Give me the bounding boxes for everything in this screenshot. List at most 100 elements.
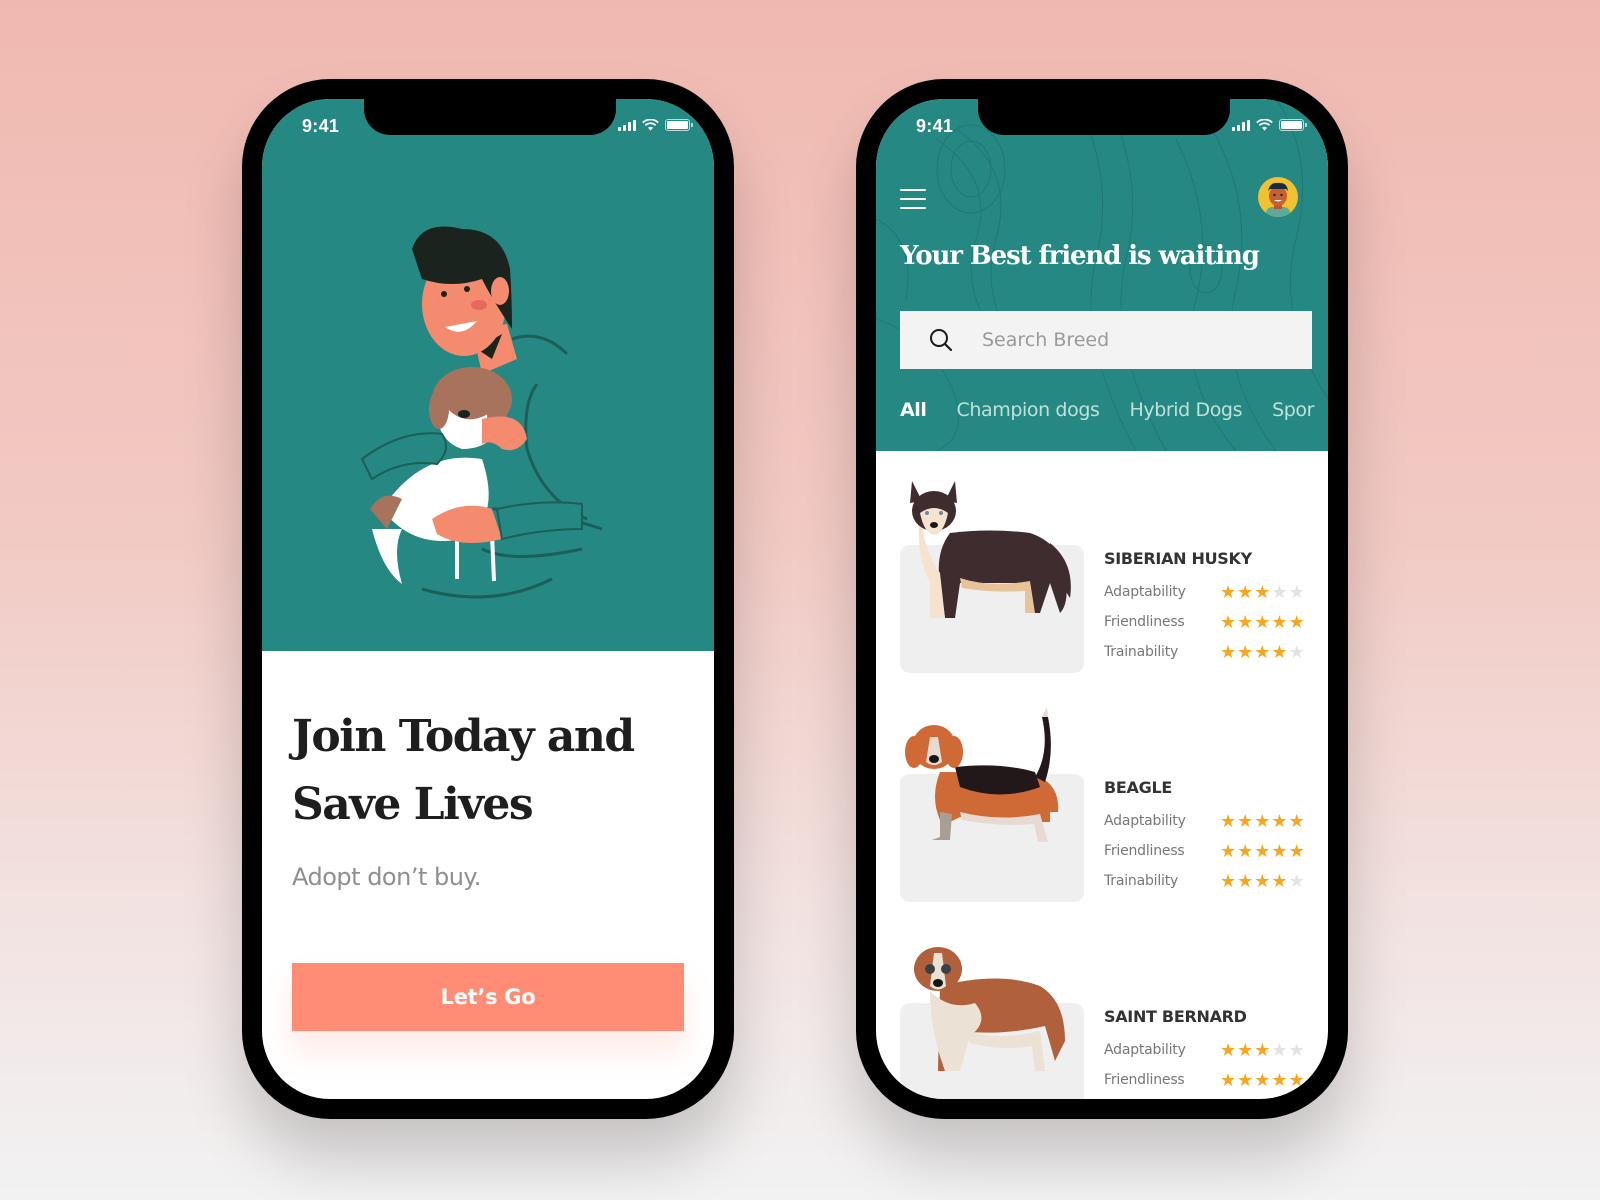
onboarding-subline: Adopt don’t buy.	[292, 863, 481, 891]
trait-label: Adaptability	[1104, 584, 1186, 600]
trait-row: Trainability ★ ★ ★ ★ ★	[1104, 872, 1314, 890]
trait-row: Adaptability ★ ★ ★ ★ ★	[1104, 812, 1314, 830]
siberian-husky-image	[910, 481, 1071, 618]
star-filled-icon: ★	[1288, 612, 1305, 632]
avatar-face-icon	[1266, 182, 1290, 217]
trait-row: Friendliness ★ ★ ★ ★ ★	[1104, 613, 1314, 631]
star-filled-icon: ★	[1271, 612, 1288, 632]
trait-label: Adaptability	[1104, 813, 1186, 829]
star-rating: ★ ★ ★ ★ ★	[1220, 613, 1305, 631]
star-filled-icon: ★	[1271, 811, 1288, 831]
star-filled-icon: ★	[1220, 811, 1237, 831]
star-filled-icon: ★	[1220, 1040, 1237, 1060]
lets-go-button[interactable]: Let’s Go	[292, 963, 684, 1031]
status-time: 9:41	[302, 116, 340, 136]
star-filled-icon: ★	[1254, 582, 1271, 602]
search-bar[interactable]	[900, 311, 1312, 369]
onboarding-headline: Join Today and Save Lives	[292, 703, 684, 839]
star-filled-icon: ★	[1271, 841, 1288, 861]
wifi-icon	[642, 119, 659, 131]
star-rating: ★ ★ ★ ★ ★	[1220, 1041, 1305, 1059]
star-filled-icon: ★	[1271, 1070, 1288, 1090]
trait-label: Friendliness	[1104, 1072, 1185, 1088]
onboarding-screen: 9:41 Join Today and Save Lives Adopt don…	[262, 99, 714, 1099]
star-filled-icon: ★	[1220, 642, 1237, 662]
star-filled-icon: ★	[1237, 1040, 1254, 1060]
star-filled-icon: ★	[1237, 841, 1254, 861]
breed-name: SAINT BERNARD	[1104, 1007, 1247, 1026]
tab-all[interactable]: All	[900, 399, 927, 421]
breed-list-screen: 9:41 Your Best friend is waiting Search …	[876, 99, 1328, 1099]
star-filled-icon: ★	[1288, 841, 1305, 861]
trait-row: Adaptability ★ ★ ★ ★ ★	[1104, 1041, 1314, 1059]
wifi-icon	[1256, 119, 1273, 131]
breed-card-siberian-husky[interactable]: SIBERIAN HUSKY Adaptability ★ ★ ★ ★ ★ Friendl…	[876, 451, 1328, 680]
trait-row: Adaptability ★ ★ ★ ★ ★	[1104, 583, 1314, 601]
trait-row: Friendliness ★ ★ ★ ★ ★	[1104, 1071, 1314, 1089]
star-filled-icon: ★	[1288, 811, 1305, 831]
star-filled-icon: ★	[1237, 612, 1254, 632]
hero-illustration-panel	[262, 99, 714, 651]
star-filled-icon: ★	[1271, 871, 1288, 891]
signal-icon	[1232, 119, 1250, 131]
tab-sporting[interactable]: Spor	[1272, 399, 1314, 421]
phone-notch	[364, 99, 616, 135]
star-rating: ★ ★ ★ ★ ★	[1220, 842, 1305, 860]
tab-hybrid-dogs[interactable]: Hybrid Dogs	[1129, 399, 1242, 421]
star-filled-icon: ★	[1254, 1070, 1271, 1090]
headline-line-1: Join Today and	[292, 711, 635, 762]
star-filled-icon: ★	[1237, 811, 1254, 831]
trait-label: Friendliness	[1104, 614, 1185, 630]
breed-list: SIBERIAN HUSKY Adaptability ★ ★ ★ ★ ★ Friendl…	[876, 451, 1328, 1099]
star-empty-icon: ★	[1288, 1040, 1305, 1060]
onboarding-text: Join Today and Save Lives Adopt don’t bu…	[292, 703, 684, 891]
star-rating: ★ ★ ★ ★ ★	[1220, 643, 1305, 661]
man-hugging-dog-illustration	[360, 226, 603, 599]
star-filled-icon: ★	[1237, 871, 1254, 891]
star-rating: ★ ★ ★ ★ ★	[1220, 1071, 1305, 1089]
trait-label: Trainability	[1104, 644, 1179, 660]
star-filled-icon: ★	[1237, 1070, 1254, 1090]
star-filled-icon: ★	[1220, 612, 1237, 632]
star-empty-icon: ★	[1271, 582, 1288, 602]
star-filled-icon: ★	[1254, 612, 1271, 632]
star-filled-icon: ★	[1220, 841, 1237, 861]
star-filled-icon: ★	[1254, 642, 1271, 662]
star-rating: ★ ★ ★ ★ ★	[1220, 583, 1305, 601]
star-filled-icon: ★	[1271, 642, 1288, 662]
category-tabs: All Champion dogs Hybrid Dogs Spor	[900, 399, 1314, 421]
star-filled-icon: ★	[1254, 841, 1271, 861]
star-filled-icon: ★	[1288, 1070, 1305, 1090]
browse-header: Your Best friend is waiting All Champion…	[876, 99, 1328, 451]
signal-icon	[618, 119, 636, 131]
breed-card-beagle[interactable]: BEAGLE Adaptability ★ ★ ★ ★ ★ Friendliness ★ ★ ★…	[876, 680, 1328, 909]
breed-name: SIBERIAN HUSKY	[1104, 549, 1252, 568]
star-empty-icon: ★	[1288, 642, 1305, 662]
star-filled-icon: ★	[1254, 811, 1271, 831]
browse-title: Your Best friend is waiting	[900, 241, 1260, 271]
search-breed-input[interactable]	[982, 329, 1282, 351]
star-filled-icon: ★	[1237, 642, 1254, 662]
star-filled-icon: ★	[1220, 582, 1237, 602]
beagle-image	[905, 707, 1059, 842]
search-icon	[930, 329, 953, 352]
user-avatar[interactable]	[1258, 177, 1298, 217]
hamburger-menu-icon[interactable]	[900, 189, 926, 209]
trait-row: Trainability ★ ★ ★ ★ ★	[1104, 643, 1314, 661]
star-rating: ★ ★ ★ ★ ★	[1220, 872, 1305, 890]
phone-breed-list: 9:41 Your Best friend is waiting Search …	[856, 79, 1348, 1119]
star-empty-icon: ★	[1288, 582, 1305, 602]
breed-card-saint-bernard[interactable]: SAINT BERNARD Adaptability ★ ★ ★ ★ ★ Friendli…	[876, 909, 1328, 1099]
star-rating: ★ ★ ★ ★ ★	[1220, 812, 1305, 830]
battery-icon	[665, 119, 693, 131]
breed-name: BEAGLE	[1104, 778, 1172, 797]
trait-row: Friendliness ★ ★ ★ ★ ★	[1104, 842, 1314, 860]
star-filled-icon: ★	[1237, 582, 1254, 602]
saint-bernard-image	[914, 947, 1065, 1071]
star-empty-icon: ★	[1288, 871, 1305, 891]
battery-icon	[1279, 119, 1307, 131]
star-filled-icon: ★	[1254, 871, 1271, 891]
tab-champion-dogs[interactable]: Champion dogs	[957, 399, 1100, 421]
status-time: 9:41	[916, 116, 954, 136]
phone-notch	[978, 99, 1230, 135]
